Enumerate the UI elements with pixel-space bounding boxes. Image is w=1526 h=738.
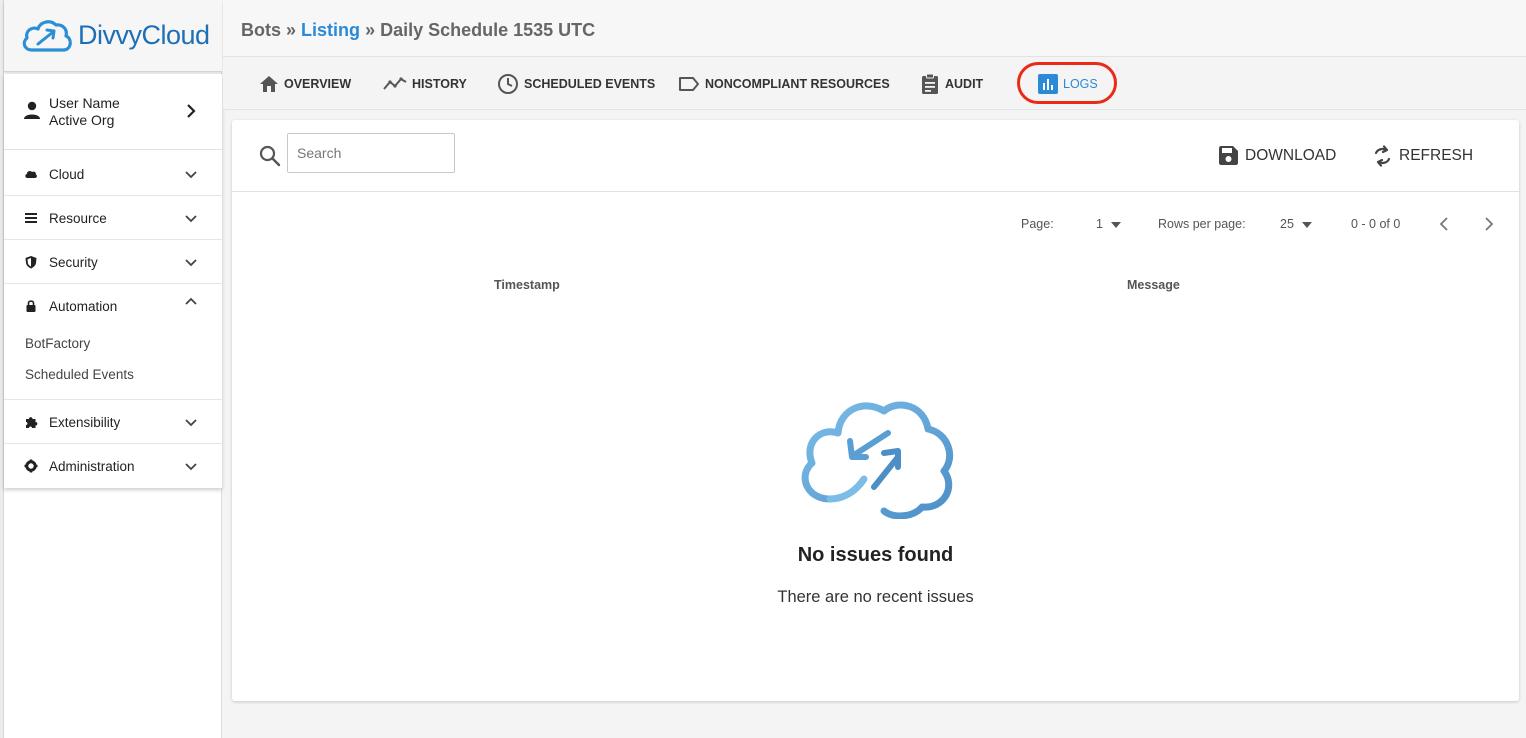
tab-label: HISTORY xyxy=(412,77,467,91)
divvycloud-logo-icon xyxy=(22,20,72,52)
nav-label-automation: Automation xyxy=(49,299,118,314)
refresh-label: REFRESH xyxy=(1399,147,1474,164)
lock-icon xyxy=(26,300,36,312)
brand-name: DivvyCloud xyxy=(78,20,210,50)
user-menu[interactable]: User Name Active Org xyxy=(4,74,222,150)
nav-item-administration[interactable]: Administration xyxy=(4,444,222,488)
logs-tab-highlight xyxy=(1017,62,1117,104)
next-page-icon[interactable] xyxy=(1483,216,1495,232)
breadcrumb-separator: » xyxy=(286,20,297,40)
nav-item-cloud[interactable]: Cloud xyxy=(4,152,222,196)
clipboard-icon xyxy=(922,73,938,94)
nav-label-security: Security xyxy=(49,255,98,270)
page-label: Page: xyxy=(1021,217,1054,231)
nav-panel: User Name Active Org Cloud Resource Secu… xyxy=(4,74,222,488)
breadcrumb: Bots » Listing » Daily Schedule 1535 UTC xyxy=(241,20,595,41)
chevron-down-icon xyxy=(185,171,197,179)
tag-icon xyxy=(679,77,699,91)
nav-subitem-botfactory[interactable]: BotFactory xyxy=(25,336,90,351)
rows-per-page-label: Rows per page: xyxy=(1158,217,1246,231)
rows-per-page-select[interactable]: 25 xyxy=(1280,217,1312,231)
nav-label-cloud: Cloud xyxy=(49,167,85,182)
nav-item-resource[interactable]: Resource xyxy=(4,196,222,240)
nav-item-security[interactable]: Security xyxy=(4,240,222,284)
logo-area: DivvyCloud xyxy=(4,0,222,72)
previous-page-icon[interactable] xyxy=(1438,216,1450,232)
nav-item-extensibility[interactable]: Extensibility xyxy=(4,400,222,444)
tab-history[interactable]: HISTORY xyxy=(383,73,467,95)
tab-bar: OVERVIEW HISTORY SCHEDULED EVENTS NONCOM… xyxy=(223,57,1526,110)
chevron-down-icon xyxy=(185,463,197,471)
chevron-right-icon xyxy=(187,104,196,118)
tab-scheduled-events[interactable]: SCHEDULED EVENTS xyxy=(497,73,655,95)
home-icon xyxy=(260,76,278,92)
caret-down-icon xyxy=(1110,221,1121,228)
shield-icon xyxy=(25,256,37,269)
nav-label-administration: Administration xyxy=(49,459,135,474)
active-org: Active Org xyxy=(49,112,115,128)
breadcrumb-listing-link[interactable]: Listing xyxy=(301,20,360,40)
search-input[interactable] xyxy=(287,133,455,173)
download-button[interactable]: DOWNLOAD xyxy=(1218,145,1336,166)
tab-audit[interactable]: AUDIT xyxy=(920,73,983,95)
breadcrumb-current: Daily Schedule 1535 UTC xyxy=(380,20,596,40)
refresh-button[interactable]: REFRESH xyxy=(1372,145,1473,167)
caret-down-icon xyxy=(1301,221,1312,228)
tab-label: NONCOMPLIANT RESOURCES xyxy=(705,77,890,91)
chevron-down-icon xyxy=(185,259,197,267)
top-bar: Bots » Listing » Daily Schedule 1535 UTC xyxy=(223,0,1526,57)
clock-icon xyxy=(498,74,518,94)
save-icon xyxy=(1219,146,1238,165)
nav-label-extensibility: Extensibility xyxy=(49,415,121,430)
tab-overview[interactable]: OVERVIEW xyxy=(259,73,351,95)
refresh-icon xyxy=(1374,145,1391,167)
user-name: User Name xyxy=(49,95,120,111)
list-icon xyxy=(25,213,37,223)
pagination-range: 0 - 0 of 0 xyxy=(1351,217,1401,231)
empty-state-cloud-icon xyxy=(801,401,954,519)
gear-icon xyxy=(24,459,38,473)
breadcrumb-separator: » xyxy=(365,20,376,40)
page-select[interactable]: 1 xyxy=(1096,217,1121,231)
puzzle-icon xyxy=(26,417,38,428)
logs-panel: DOWNLOAD REFRESH Page: 1 Rows per page: … xyxy=(232,120,1519,701)
column-header-timestamp[interactable]: Timestamp xyxy=(494,278,560,292)
tab-noncompliant-resources[interactable]: NONCOMPLIANT RESOURCES xyxy=(678,73,890,95)
nav-label-resource: Resource xyxy=(49,211,107,226)
trend-icon xyxy=(383,77,407,90)
divider xyxy=(232,191,1519,192)
person-icon xyxy=(24,101,40,119)
cloud-icon xyxy=(25,170,37,178)
page-value: 1 xyxy=(1096,217,1103,231)
breadcrumb-bots[interactable]: Bots xyxy=(241,20,281,40)
empty-state-title: No issues found xyxy=(797,544,954,566)
search-icon xyxy=(259,145,281,167)
tab-label: AUDIT xyxy=(945,77,984,91)
tab-label: OVERVIEW xyxy=(284,77,352,91)
tab-label: SCHEDULED EVENTS xyxy=(524,77,656,91)
rows-per-page-value: 25 xyxy=(1280,217,1294,231)
chevron-up-icon xyxy=(185,297,197,305)
column-header-message[interactable]: Message xyxy=(1127,278,1180,292)
empty-state-subtitle: There are no recent issues xyxy=(777,588,974,606)
nav-item-automation[interactable]: Automation xyxy=(4,284,222,328)
download-label: DOWNLOAD xyxy=(1245,146,1337,164)
chevron-down-icon xyxy=(185,215,197,223)
nav-subitem-scheduled-events[interactable]: Scheduled Events xyxy=(25,367,134,382)
chevron-down-icon xyxy=(185,419,197,427)
